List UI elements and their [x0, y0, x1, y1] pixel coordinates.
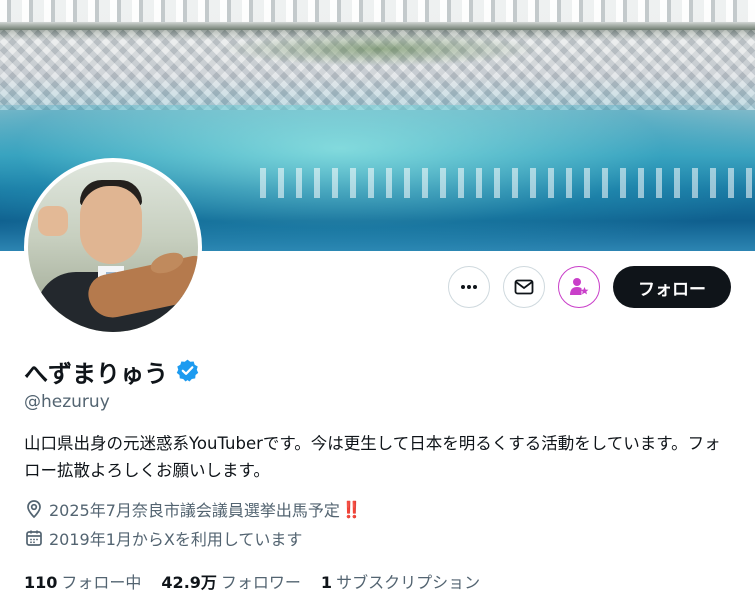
location-pin-icon [24, 499, 44, 519]
location-marks: ‼️ [341, 499, 362, 519]
following-count: 110 [24, 573, 58, 592]
more-button[interactable] [448, 266, 490, 308]
followers-count: 42.9万 [161, 573, 217, 592]
subscriptions-stat[interactable]: 1 サブスクリプション [321, 569, 480, 593]
following-stat[interactable]: 110 フォロー中 [24, 569, 141, 593]
subscribe-button[interactable] [558, 266, 600, 308]
location-text: 2025年7月奈良市議会議員選挙出馬予定 [49, 501, 340, 520]
handle: @hezuruy [24, 392, 110, 412]
banner-railing [0, 0, 755, 22]
following-label: フォロー中 [61, 573, 142, 592]
location-row: 2025年7月奈良市議会議員選挙出馬予定 ‼️ [24, 497, 362, 521]
subscriptions-count: 1 [320, 573, 333, 592]
banner-moss [220, 32, 540, 66]
subscriptions-label: サブスクリプション [336, 573, 481, 592]
avatar-fist [38, 206, 68, 236]
avatar-face [80, 186, 142, 264]
joined-row: 2019年1月からXを利用しています [24, 526, 302, 550]
envelope-icon [514, 279, 534, 295]
profile-stats: 110 フォロー中 42.9万 フォロワー 1 サブスクリプション [24, 569, 500, 593]
message-button[interactable] [503, 266, 545, 308]
banner-reflection [260, 168, 755, 198]
calendar-icon [24, 528, 44, 548]
followers-label: フォロワー [220, 573, 301, 592]
bio: 山口県出身の元迷惑系YouTuberです。今は更生して日本を明るくする活動をして… [24, 434, 721, 480]
display-name: へずまりゅう [24, 360, 168, 388]
verified-check-icon[interactable] [175, 358, 200, 383]
more-dots-icon [461, 285, 477, 289]
joined-text: 2019年1月からXを利用しています [49, 530, 303, 549]
avatar[interactable] [24, 158, 202, 336]
subscribe-person-star-icon [570, 278, 589, 295]
follow-button[interactable]: フォロー [613, 266, 731, 308]
followers-stat[interactable]: 42.9万 フォロワー [161, 569, 301, 593]
